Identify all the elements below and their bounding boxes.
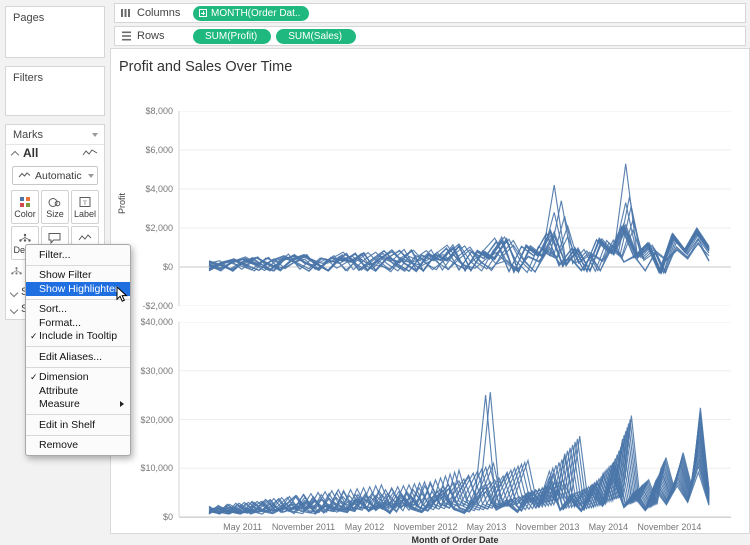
- columns-pill-label: MONTH(Order Dat..: [211, 7, 301, 19]
- checkmark-icon: ✓: [30, 371, 38, 382]
- menu-separator: [26, 414, 130, 415]
- mark-type-label: Automatic: [35, 169, 82, 182]
- columns-shelf[interactable]: Columns MONTH(Order Dat..: [114, 3, 746, 23]
- menu-item-label: Sort...: [39, 303, 68, 316]
- menu-item-label: Show Highlighter: [39, 282, 119, 295]
- menu-separator: [26, 298, 130, 300]
- mouse-cursor-icon: [116, 286, 128, 302]
- line-mark-icon: [18, 172, 31, 178]
- menu-item-label: Measure: [39, 398, 80, 411]
- field-context-menu[interactable]: Filter... Show Filter Show Highlighter Sort…: [25, 244, 131, 456]
- menu-item-label: Edit Aliases...: [39, 350, 103, 363]
- filters-shelf-card[interactable]: Filters: [5, 66, 105, 116]
- menu-separator: [26, 264, 130, 266]
- submenu-arrow-icon: [120, 401, 124, 408]
- menu-item-filter[interactable]: Filter...: [26, 248, 130, 262]
- chevron-up-icon[interactable]: [11, 149, 20, 158]
- size-circles-icon: [48, 196, 62, 209]
- rows-shelf-label: Rows: [137, 30, 165, 42]
- detail-dots-icon: [10, 266, 23, 280]
- rows-pill-sum-profit[interactable]: SUM(Profit): [193, 28, 272, 44]
- menu-item-dimension[interactable]: ✓ Dimension: [26, 371, 130, 385]
- pages-shelf-card[interactable]: Pages: [5, 6, 105, 58]
- detail-dots-icon: [18, 232, 32, 245]
- checkmark-icon: ✓: [30, 330, 38, 341]
- menu-item-label: Filter...: [39, 248, 71, 261]
- shelves-area: Columns MONTH(Order Dat.. Rows SUM(Profi…: [110, 0, 750, 48]
- profit-axis-title: Profit: [117, 192, 127, 214]
- menu-separator: [26, 366, 130, 368]
- marks-all-label: All: [23, 146, 39, 160]
- chevron-down-icon[interactable]: [88, 173, 94, 178]
- menu-item-edit-in-shelf[interactable]: Edit in Shelf: [26, 418, 130, 432]
- rows-pill-sales-label: SUM(Sales): [288, 30, 343, 42]
- menu-item-label: Edit in Shelf: [39, 418, 96, 431]
- menu-item-show-highlighter[interactable]: Show Highlighter: [26, 282, 130, 296]
- menu-item-label: Format...: [39, 316, 82, 329]
- menu-item-remove[interactable]: Remove: [26, 439, 130, 453]
- profit-chart[interactable]: [111, 111, 749, 306]
- menu-item-label: Remove: [39, 439, 79, 452]
- rows-pill-profit-label: SUM(Profit): [205, 30, 258, 42]
- rows-pill-sum-sales[interactable]: SUM(Sales): [276, 28, 357, 44]
- menu-item-format[interactable]: Format...: [26, 316, 130, 330]
- menu-item-attribute[interactable]: Attribute: [26, 384, 130, 398]
- x-axis-line: [179, 517, 731, 518]
- chevron-down-icon[interactable]: [10, 288, 19, 297]
- marks-size-label: Size: [46, 208, 64, 219]
- label-text-icon: T: [79, 196, 91, 209]
- filters-shelf-title: Filters: [13, 72, 43, 84]
- viz-title: Profit and Sales Over Time: [119, 59, 293, 75]
- svg-text:T: T: [83, 200, 87, 207]
- x-axis-title: Month of Order Date: [411, 535, 499, 545]
- menu-item-sort[interactable]: Sort...: [26, 303, 130, 317]
- rows-shelf[interactable]: Rows SUM(Profit) SUM(Sales): [114, 26, 746, 46]
- menu-item-label: Dimension: [39, 371, 89, 384]
- chevron-down-icon[interactable]: [10, 305, 19, 314]
- menu-separator: [26, 434, 130, 436]
- menu-item-show-filter[interactable]: Show Filter: [26, 269, 130, 283]
- marks-size-button[interactable]: Size: [40, 190, 69, 224]
- line-mark-icon: [82, 149, 98, 156]
- marks-title: Marks: [13, 129, 43, 141]
- mark-type-dropdown[interactable]: Automatic: [12, 166, 98, 185]
- color-swatch-icon: [19, 196, 31, 209]
- marks-color-label: Color: [14, 208, 36, 219]
- marks-header: Marks: [6, 125, 104, 144]
- columns-pill-month-order-date[interactable]: MONTH(Order Dat..: [193, 5, 310, 21]
- menu-item-label: Attribute: [39, 384, 79, 397]
- menu-item-measure[interactable]: Measure: [26, 398, 130, 412]
- columns-shelf-label: Columns: [137, 7, 181, 19]
- tooltip-bubble-icon: [48, 232, 61, 245]
- columns-icon: [115, 8, 137, 18]
- menu-item-label: Show Filter: [39, 269, 92, 282]
- path-line-icon: [78, 232, 92, 245]
- menu-separator: [26, 346, 130, 347]
- marks-color-button[interactable]: Color: [11, 190, 39, 224]
- menu-item-edit-aliases[interactable]: Edit Aliases...: [26, 350, 130, 364]
- rows-icon: [115, 31, 137, 41]
- visualization-pane: Profit and Sales Over Time $8,000 $6,000 $…: [110, 48, 750, 545]
- pages-shelf-title: Pages: [13, 12, 45, 24]
- menu-item-include-in-tooltip[interactable]: ✓ Include in Tooltip: [26, 330, 130, 344]
- marks-label-label: Label: [73, 208, 97, 219]
- menu-item-label: Include in Tooltip: [39, 330, 118, 343]
- sales-chart[interactable]: [111, 322, 749, 517]
- x-axis-tick-label: November 2014: [637, 522, 702, 532]
- chevron-down-icon[interactable]: [92, 133, 98, 137]
- marks-all-row[interactable]: All: [6, 144, 104, 163]
- expand-plus-icon[interactable]: [199, 9, 207, 17]
- marks-label-button[interactable]: T Label: [71, 190, 99, 224]
